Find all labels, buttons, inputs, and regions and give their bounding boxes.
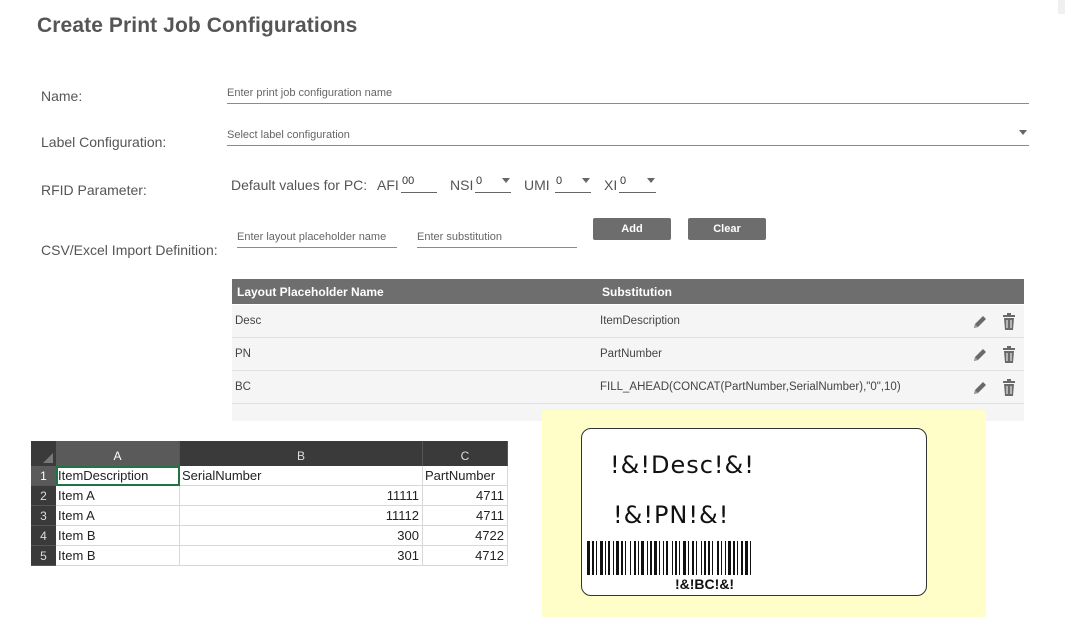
cell-b5[interactable]: 301 xyxy=(180,546,423,566)
substitution-cell: FILL_AHEAD(CONCAT(PartNumber,SerialNumbe… xyxy=(600,381,901,393)
cell-a1[interactable]: ItemDescription xyxy=(56,466,180,486)
table-row: PN PartNumber xyxy=(232,338,1024,371)
substitution-cell: PartNumber xyxy=(600,348,662,360)
column-header-placeholder-name: Layout Placeholder Name xyxy=(237,285,384,299)
label-configuration-placeholder: Select label configuration xyxy=(227,129,350,141)
layout-placeholder-input-placeholder: Enter layout placeholder name xyxy=(237,231,387,243)
cell-c4[interactable]: 4722 xyxy=(423,526,508,546)
column-header-substitution: Substitution xyxy=(602,285,672,299)
xi-label: XI xyxy=(604,177,618,193)
label-configuration-label: Label Configuration: xyxy=(41,134,167,150)
csv-import-label: CSV/Excel Import Definition: xyxy=(41,242,218,258)
row-header[interactable]: 3 xyxy=(31,506,56,526)
trash-icon[interactable] xyxy=(1002,313,1016,330)
nsi-select[interactable]: 0 xyxy=(475,175,511,193)
chevron-down-icon xyxy=(582,178,590,183)
substitution-input-placeholder: Enter substitution xyxy=(417,231,502,243)
column-header-b[interactable]: B xyxy=(180,441,423,466)
row-header[interactable]: 2 xyxy=(31,486,56,506)
cell-b1[interactable]: SerialNumber xyxy=(180,466,423,486)
select-all-corner[interactable] xyxy=(31,441,56,466)
cell-a3[interactable]: Item A xyxy=(56,506,180,526)
pencil-icon[interactable] xyxy=(972,380,988,396)
nsi-label: NSI xyxy=(450,177,474,193)
row-header[interactable]: 5 xyxy=(31,546,56,566)
cell-b3[interactable]: 11112 xyxy=(180,506,423,526)
mapping-table-header: Layout Placeholder Name Substitution xyxy=(232,279,1024,304)
table-row: Desc ItemDescription xyxy=(232,305,1024,338)
cell-c5[interactable]: 4712 xyxy=(423,546,508,566)
umi-select[interactable]: 0 xyxy=(555,175,591,193)
pencil-icon[interactable] xyxy=(972,314,988,330)
chevron-down-icon xyxy=(502,178,510,183)
cell-a5[interactable]: Item B xyxy=(56,546,180,566)
substitution-input[interactable]: Enter substitution xyxy=(417,225,577,248)
cell-c1[interactable]: PartNumber xyxy=(423,466,508,486)
placeholder-name-cell: PN xyxy=(235,348,251,360)
barcode-icon xyxy=(587,541,751,575)
cell-b4[interactable]: 300 xyxy=(180,526,423,546)
cell-c3[interactable]: 4711 xyxy=(423,506,508,526)
default-values-label: Default values for PC: xyxy=(231,177,368,193)
umi-label: UMI xyxy=(524,177,550,193)
nsi-value: 0 xyxy=(476,175,483,187)
trash-icon[interactable] xyxy=(1002,379,1016,396)
afi-value: 00 xyxy=(402,175,415,187)
substitution-cell: ItemDescription xyxy=(600,315,680,327)
afi-label: AFI xyxy=(377,177,399,193)
cell-a4[interactable]: Item B xyxy=(56,526,180,546)
cell-b2[interactable]: 11111 xyxy=(180,486,423,506)
label-desc-placeholder: !&!Desc!&! xyxy=(610,451,755,479)
name-input-placeholder: Enter print job configuration name xyxy=(227,87,393,99)
clear-button[interactable]: Clear xyxy=(688,218,766,240)
row-header[interactable]: 1 xyxy=(31,466,56,486)
pencil-icon[interactable] xyxy=(972,347,988,363)
label-configuration-select[interactable]: Select label configuration xyxy=(227,121,1029,146)
add-button[interactable]: Add xyxy=(593,218,671,240)
xi-select[interactable]: 0 xyxy=(619,175,656,193)
name-label: Name: xyxy=(41,88,83,104)
xi-value: 0 xyxy=(620,175,627,187)
cell-c2[interactable]: 4711 xyxy=(423,486,508,506)
page-title: Create Print Job Configurations xyxy=(37,14,358,37)
layout-placeholder-input[interactable]: Enter layout placeholder name xyxy=(237,225,397,248)
chevron-down-icon xyxy=(647,178,655,183)
umi-value: 0 xyxy=(556,175,563,187)
label-bc-placeholder: !&!BC!&! xyxy=(675,576,735,592)
spreadsheet: A B C 1 2 3 4 5 ItemDescription SerialNu… xyxy=(31,441,508,571)
name-input[interactable]: Enter print job configuration name xyxy=(227,80,1029,104)
cell-a2[interactable]: Item A xyxy=(56,486,180,506)
column-header-a[interactable]: A xyxy=(56,441,180,466)
rfid-parameter-label: RFID Parameter: xyxy=(41,182,147,198)
column-header-c[interactable]: C xyxy=(423,441,508,466)
placeholder-name-cell: Desc xyxy=(235,315,262,327)
table-row: BC FILL_AHEAD(CONCAT(PartNumber,SerialNu… xyxy=(232,371,1024,404)
trash-icon[interactable] xyxy=(1002,346,1016,363)
afi-input[interactable]: 00 xyxy=(401,175,437,193)
row-header[interactable]: 4 xyxy=(31,526,56,546)
chevron-down-icon xyxy=(1019,130,1027,135)
label-pn-placeholder: !&!PN!&! xyxy=(613,501,730,529)
scrollbar[interactable] xyxy=(1058,0,1065,14)
placeholder-name-cell: BC xyxy=(235,381,251,393)
